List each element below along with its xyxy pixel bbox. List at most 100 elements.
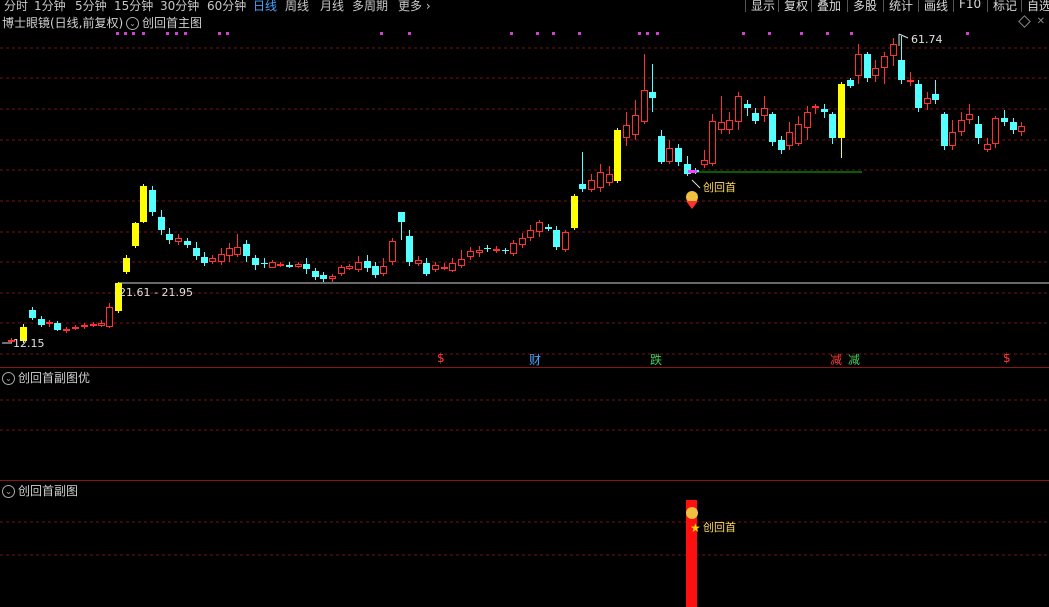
top-marker-dot — [380, 32, 383, 35]
candle-body — [536, 222, 543, 232]
tab-7[interactable]: 周线 — [285, 0, 309, 12]
candlestick-chart[interactable] — [0, 24, 1049, 369]
toolbar-button-8[interactable]: 自选 — [1021, 0, 1049, 12]
candle-body — [649, 92, 656, 98]
tab-2[interactable]: 5分钟 — [75, 0, 107, 12]
candle-body — [958, 120, 965, 132]
candle-body — [226, 248, 233, 256]
candle-body — [329, 276, 336, 279]
candle-body — [72, 327, 79, 329]
candle-body — [449, 263, 456, 271]
candle-body — [1018, 126, 1025, 132]
candle-body — [209, 258, 216, 262]
low-price-label: 12.15 — [13, 337, 45, 350]
candle-body — [338, 267, 345, 274]
candle-body — [54, 323, 61, 330]
toolbar-button-6[interactable]: F10 — [953, 0, 981, 12]
candle-body — [406, 236, 413, 262]
candle-body — [984, 144, 991, 150]
period-toolbar: 分时 1分钟 5分钟 15分钟 30分钟 60分钟 日线 周线 月线 多周期 更多 › 显示 复权 叠加… — [0, 0, 1049, 12]
toolbar-button-7[interactable]: 标记 — [987, 0, 1017, 12]
candle-body — [726, 120, 733, 130]
top-marker-dot — [142, 32, 145, 35]
candle-body — [269, 262, 276, 268]
tab-3[interactable]: 15分钟 — [114, 0, 153, 12]
candle-body — [623, 125, 630, 138]
toolbar-button-3[interactable]: 多股 — [847, 0, 877, 12]
candle-body — [90, 324, 97, 326]
candle-body — [881, 56, 888, 68]
candle-body — [175, 238, 182, 242]
candle-body — [718, 122, 725, 130]
toolbar-button-5[interactable]: 画线 — [918, 0, 948, 12]
candle-body — [243, 244, 250, 256]
tab-6[interactable]: 日线 — [253, 0, 277, 12]
toolbar-button-1[interactable]: 复权 — [778, 0, 808, 12]
candle-body — [1001, 118, 1008, 122]
candle-body — [632, 115, 639, 135]
event-marker[interactable]: 财 — [529, 351, 541, 368]
candle-body — [234, 247, 241, 255]
tab-1[interactable]: 1分钟 — [34, 0, 66, 12]
sub-signal-label: 创回首 — [703, 521, 736, 534]
event-marker[interactable]: 减 — [848, 351, 860, 368]
candle-body — [804, 112, 811, 128]
top-marker-dot — [966, 32, 969, 35]
event-marker[interactable]: 跌 — [650, 351, 662, 368]
top-marker-dot — [656, 32, 659, 35]
candle-body — [415, 260, 422, 264]
candle-body — [320, 275, 327, 279]
candle-body — [81, 325, 88, 327]
candle-body — [140, 186, 147, 222]
tab-8[interactable]: 月线 — [320, 0, 344, 12]
tab-10[interactable]: 更多 › — [398, 0, 431, 12]
candle-body — [527, 230, 534, 238]
candle-body — [46, 322, 53, 324]
candle-body — [123, 258, 130, 272]
candle-body — [752, 113, 759, 121]
top-marker-dot — [175, 32, 178, 35]
event-marker[interactable]: $ — [1003, 351, 1011, 365]
tab-9[interactable]: 多周期 — [352, 0, 388, 12]
top-marker-dot — [638, 32, 641, 35]
candle-body — [63, 329, 70, 331]
candle-body — [476, 250, 483, 253]
candle-body — [502, 250, 509, 251]
top-marker-dot — [768, 32, 771, 35]
candle-body — [571, 196, 578, 228]
candle-body — [821, 109, 828, 112]
candle-body — [872, 68, 879, 76]
candle-body — [898, 60, 905, 80]
candle-body — [458, 259, 465, 266]
candle-body — [562, 232, 569, 250]
candle-body — [519, 238, 526, 245]
tab-4[interactable]: 30分钟 — [160, 0, 199, 12]
candle-body — [252, 258, 259, 265]
candle-body — [966, 114, 973, 120]
toolbar-button-0[interactable]: 显示 — [745, 0, 775, 12]
candle-body — [441, 267, 448, 269]
high-marker — [898, 33, 909, 39]
candle-body — [149, 190, 156, 212]
tab-0[interactable]: 分时 — [4, 0, 28, 12]
candle-body — [218, 254, 225, 262]
candle-body — [398, 212, 405, 222]
candle-body — [847, 80, 854, 86]
top-marker-dot — [552, 32, 555, 35]
toolbar-button-2[interactable]: 叠加 — [811, 0, 841, 12]
top-marker-dot — [226, 32, 229, 35]
pointer-line — [691, 179, 701, 189]
top-marker-dot — [850, 32, 853, 35]
tab-5[interactable]: 60分钟 — [207, 0, 246, 12]
candle-body — [106, 307, 113, 327]
event-marker[interactable]: 减 — [830, 351, 842, 368]
top-marker-dot — [800, 32, 803, 35]
candle-body — [166, 234, 173, 240]
toolbar-button-4[interactable]: 统计 — [883, 0, 913, 12]
candle-body — [98, 323, 105, 326]
candle-body — [744, 104, 751, 108]
top-marker-dot — [578, 32, 581, 35]
event-marker[interactable]: $ — [437, 351, 445, 365]
candle-body — [992, 118, 999, 144]
candle-body — [701, 160, 708, 165]
